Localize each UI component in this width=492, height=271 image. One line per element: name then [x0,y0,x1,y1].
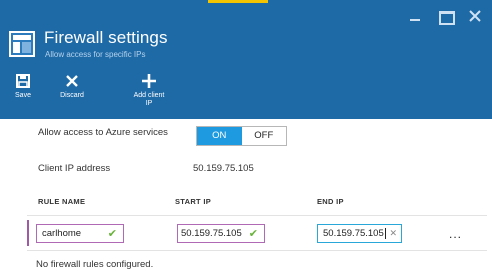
allow-azure-services-toggle[interactable]: ON OFF [196,126,287,146]
save-button[interactable]: Save [9,72,37,100]
checkmark-icon: ✔ [107,228,117,240]
save-label: Save [15,92,31,99]
end-ip-field[interactable]: 50.159.75.105 ✕ [317,224,402,243]
page-subtitle: Allow access for specific IPs [45,50,146,59]
rule-name-field[interactable]: carlhome ✔ [36,224,124,243]
discard-button[interactable]: Discard [55,72,89,100]
close-icon[interactable] [468,9,482,23]
more-options-button[interactable]: ... [449,227,462,241]
window-controls [408,9,482,25]
text-caret [384,227,386,239]
start-ip-field[interactable]: 50.159.75.105 ✔ [177,224,265,243]
minimize-icon[interactable] [408,9,422,23]
toggle-on-option[interactable]: ON [197,127,242,145]
save-icon [9,72,37,90]
toggle-off-option[interactable]: OFF [241,127,286,145]
add-icon [125,72,173,90]
column-header-start-ip: START IP [175,197,212,206]
blade-header: Firewall settings Allow access for speci… [0,0,492,119]
header-accent-bar [208,0,268,3]
client-ip-label: Client IP address [38,163,111,174]
page-title: Firewall settings [44,28,168,47]
command-bar: Save Discard Add client IP [0,72,260,118]
add-client-ip-button[interactable]: Add client IP [125,72,173,108]
allow-azure-services-label: Allow access to Azure services [38,127,168,138]
column-header-end-ip: END IP [317,197,344,206]
firewall-blade-icon [9,31,35,57]
firewall-settings-blade: Firewall settings Allow access for speci… [0,0,492,271]
client-ip-value: 50.159.75.105 [193,163,254,174]
checkmark-icon: ✔ [248,228,258,240]
column-header-rule-name: RULE NAME [38,197,86,206]
clear-icon[interactable]: ✕ [389,225,397,242]
empty-rules-message: No firewall rules configured. [36,259,154,270]
discard-icon [55,72,89,90]
discard-label: Discard [60,92,84,99]
maximize-icon[interactable] [438,9,455,25]
add-client-ip-label: Add client IP [133,92,165,107]
